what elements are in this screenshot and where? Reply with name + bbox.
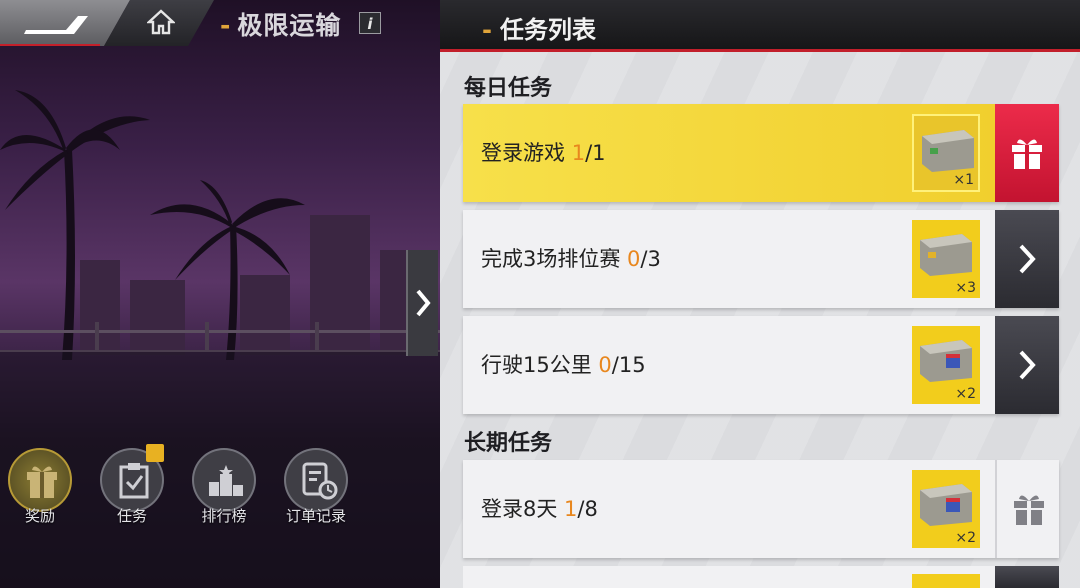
top-bar: - 极限运输 i xyxy=(0,0,440,52)
task-row-ranked[interactable]: 完成3场排位赛 0/3 ×3 xyxy=(463,210,1059,308)
order-record-icon xyxy=(284,448,348,512)
task-clipboard-icon xyxy=(100,444,164,512)
menu-label: 排行榜 xyxy=(201,507,247,525)
task-row-login[interactable]: 登录游戏 1/1 ×1 xyxy=(463,104,1059,202)
menu-label: 奖励 xyxy=(24,507,55,525)
podium-icon xyxy=(192,448,256,512)
home-icon xyxy=(147,9,175,35)
reward-crate[interactable]: ×2 xyxy=(912,470,980,548)
supply-crate-icon xyxy=(920,340,972,382)
menu-label: 订单记录 xyxy=(285,507,346,525)
task-row-login-days[interactable]: 登录8天 1/8 ×2 xyxy=(463,460,1059,558)
background-scene: - 极限运输 i 奖励 任务 排行榜 订单记录 xyxy=(0,0,440,588)
reward-crate[interactable]: ×1 xyxy=(912,114,980,192)
info-icon[interactable]: i xyxy=(359,12,381,34)
gift-icon xyxy=(8,448,72,512)
task-name: 登录8天 1/8 xyxy=(481,497,598,521)
chevron-right-icon xyxy=(1019,350,1036,380)
supply-crate-icon xyxy=(920,484,972,526)
task-row-partial[interactable] xyxy=(463,566,1059,588)
section-long-term-title: 长期任务 xyxy=(464,431,553,456)
menu-rewards-button[interactable]: 奖励 xyxy=(4,448,76,525)
claim-reward-button[interactable] xyxy=(995,104,1059,202)
go-task-button[interactable] xyxy=(995,316,1059,414)
collapse-panel-button[interactable] xyxy=(406,250,438,356)
menu-label: 任务 xyxy=(116,507,147,525)
gift-icon xyxy=(1012,139,1042,169)
menu-leaderboard-button[interactable]: 排行榜 xyxy=(188,448,260,525)
task-name: 登录游戏 1/1 xyxy=(481,141,606,165)
go-task-button[interactable] xyxy=(995,210,1059,308)
supply-crate-icon xyxy=(922,130,974,172)
reward-crate[interactable]: ×3 xyxy=(912,220,980,298)
task-row-drive[interactable]: 行驶15公里 0/15 ×2 xyxy=(463,316,1059,414)
chevron-right-icon xyxy=(416,289,431,317)
task-name: 完成3场排位赛 0/3 xyxy=(481,247,661,271)
back-arrow-icon xyxy=(24,16,88,34)
panel-title: - 任务列表 xyxy=(482,16,596,44)
menu-tasks-button[interactable]: 任务 xyxy=(96,444,168,525)
locked-reward-button[interactable] xyxy=(995,460,1059,558)
game-mode-title: - 极限运输 xyxy=(220,11,342,40)
panel-header: - 任务列表 xyxy=(440,0,1080,52)
supply-crate-icon xyxy=(920,234,972,276)
task-name: 行驶15公里 0/15 xyxy=(481,353,646,377)
section-daily-title: 每日任务 xyxy=(464,76,553,101)
menu-order-record-button[interactable]: 订单记录 xyxy=(280,448,352,525)
chevron-right-icon xyxy=(1019,244,1036,274)
reward-crate[interactable]: ×2 xyxy=(912,326,980,404)
new-reward-badge-icon xyxy=(146,444,164,462)
gift-icon xyxy=(1014,495,1044,525)
